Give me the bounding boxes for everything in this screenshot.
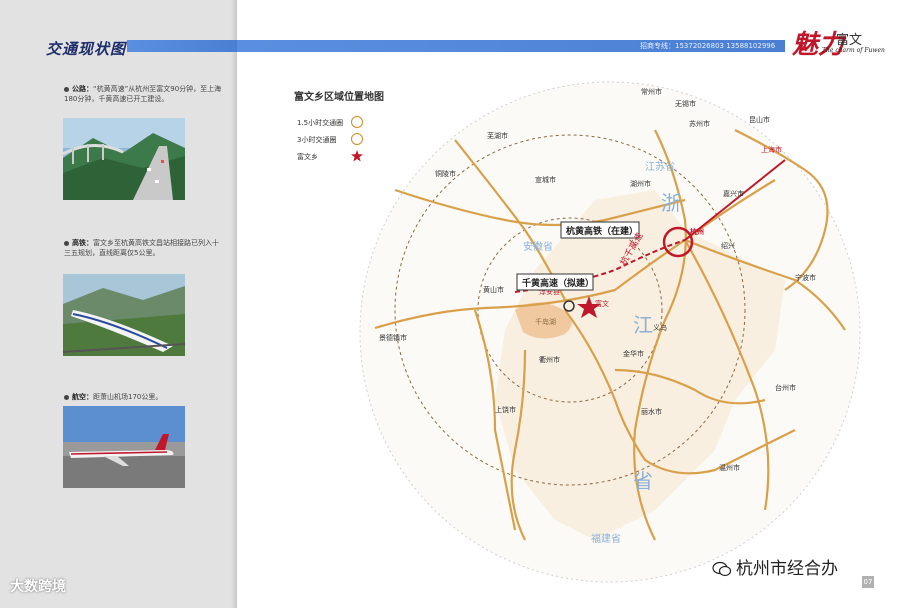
city-taizhou: 台州市: [775, 383, 796, 392]
section-text: 距萧山机场170公里。: [93, 393, 163, 401]
section-road: 公路：“杭黄高速”从杭州至富文90分钟，至上海180分钟，千黄高速已开工建设。: [64, 84, 224, 104]
airplane-photo: [63, 406, 185, 488]
city-kunshan: 昆山市: [749, 115, 770, 124]
contact-line: 招商专线：15372026803 13588102996: [640, 42, 776, 50]
page-number: 07: [862, 576, 874, 588]
section-label: 航空：: [72, 393, 93, 401]
province-char-sheng: 省: [633, 469, 653, 493]
city-lishui: 丽水市: [641, 407, 662, 416]
brand-name: 富文: [836, 33, 863, 48]
province-jiangsu: 江苏省: [645, 160, 675, 173]
city-huzhou: 湖州市: [630, 179, 651, 188]
city-fuwen: 富文: [595, 299, 609, 308]
legend-item: 1.5小时交通圈: [297, 119, 344, 127]
legend-item: 富文乡: [297, 153, 318, 161]
brand-subtitle: The charm of Fuwen: [822, 47, 885, 54]
city-shangrao: 上饶市: [495, 405, 516, 414]
watermark-right-text: 杭州市经合办: [736, 559, 838, 579]
city-xuancheng: 宣城市: [535, 175, 556, 184]
hsr-callout: 杭黄高铁（在建）: [560, 221, 640, 239]
panel-edge: [231, 0, 237, 608]
city-huangshan: 黄山市: [483, 285, 504, 294]
bullet-icon: [64, 394, 69, 400]
brand-logo: 魅力 富文 The charm of Fuwen: [792, 24, 885, 60]
watermark-left: 大数跨境: [10, 579, 66, 595]
city-jinhua: 金华市: [623, 349, 644, 358]
section-rail: 高铁：富文乡至杭黄高铁文昌站相接路已列入十三五规划，直线距离仅5公里。: [64, 238, 224, 258]
city-hangzhou: 杭州: [690, 227, 704, 236]
section-label: 公路：: [72, 85, 93, 93]
expressway-label: 千黄高速（拟建）: [522, 277, 594, 289]
title-bar-accent: [127, 40, 237, 52]
bullet-icon: [64, 86, 69, 92]
train-photo: [63, 274, 185, 356]
city-jiaxing: 嘉兴市: [723, 189, 744, 198]
city-wuxi: 无锡市: [675, 99, 696, 108]
province-char-jiang: 江: [633, 313, 653, 337]
legend-item: 3小时交通圈: [297, 136, 337, 144]
city-shanghai: 上海市: [761, 145, 782, 154]
section-air: 航空：距萧山机场170公里。: [64, 392, 224, 402]
hsr-label: 杭黄高铁（在建）: [566, 225, 638, 237]
city-quzhou: 衢州市: [539, 355, 560, 364]
page-title: 交通现状图: [46, 40, 127, 58]
city-tongling: 铜陵市: [435, 169, 456, 178]
expressway-callout: 千黄高速（拟建）: [516, 273, 594, 291]
region-map: 浙 江 省 江苏省 安徽省 福建省 杭州 上海市 无锡市 常州市 苏州市 昆山市…: [359, 81, 861, 583]
city-shaoxing: 绍兴: [721, 241, 735, 250]
wechat-icon: [712, 561, 732, 577]
province-char-zhe: 浙: [661, 191, 681, 215]
city-jingdezhen: 景德镇市: [379, 333, 407, 342]
city-wuhu: 芜湖市: [487, 131, 508, 140]
bullet-icon: [64, 240, 69, 246]
city-yiwu: 义乌: [653, 323, 667, 332]
watermark-right: 杭州市经合办: [712, 554, 838, 579]
city-changzhou: 常州市: [641, 87, 662, 96]
section-label: 高铁：: [72, 239, 93, 247]
province-fujian: 福建省: [591, 532, 621, 545]
city-ningbo: 宁波市: [795, 273, 816, 282]
highway-photo: [63, 118, 185, 200]
map-lake: 千岛湖: [535, 317, 556, 326]
city-suzhou: 苏州市: [689, 119, 710, 128]
city-wenzhou: 温州市: [719, 463, 740, 472]
province-anhui: 安徽省: [523, 240, 553, 253]
